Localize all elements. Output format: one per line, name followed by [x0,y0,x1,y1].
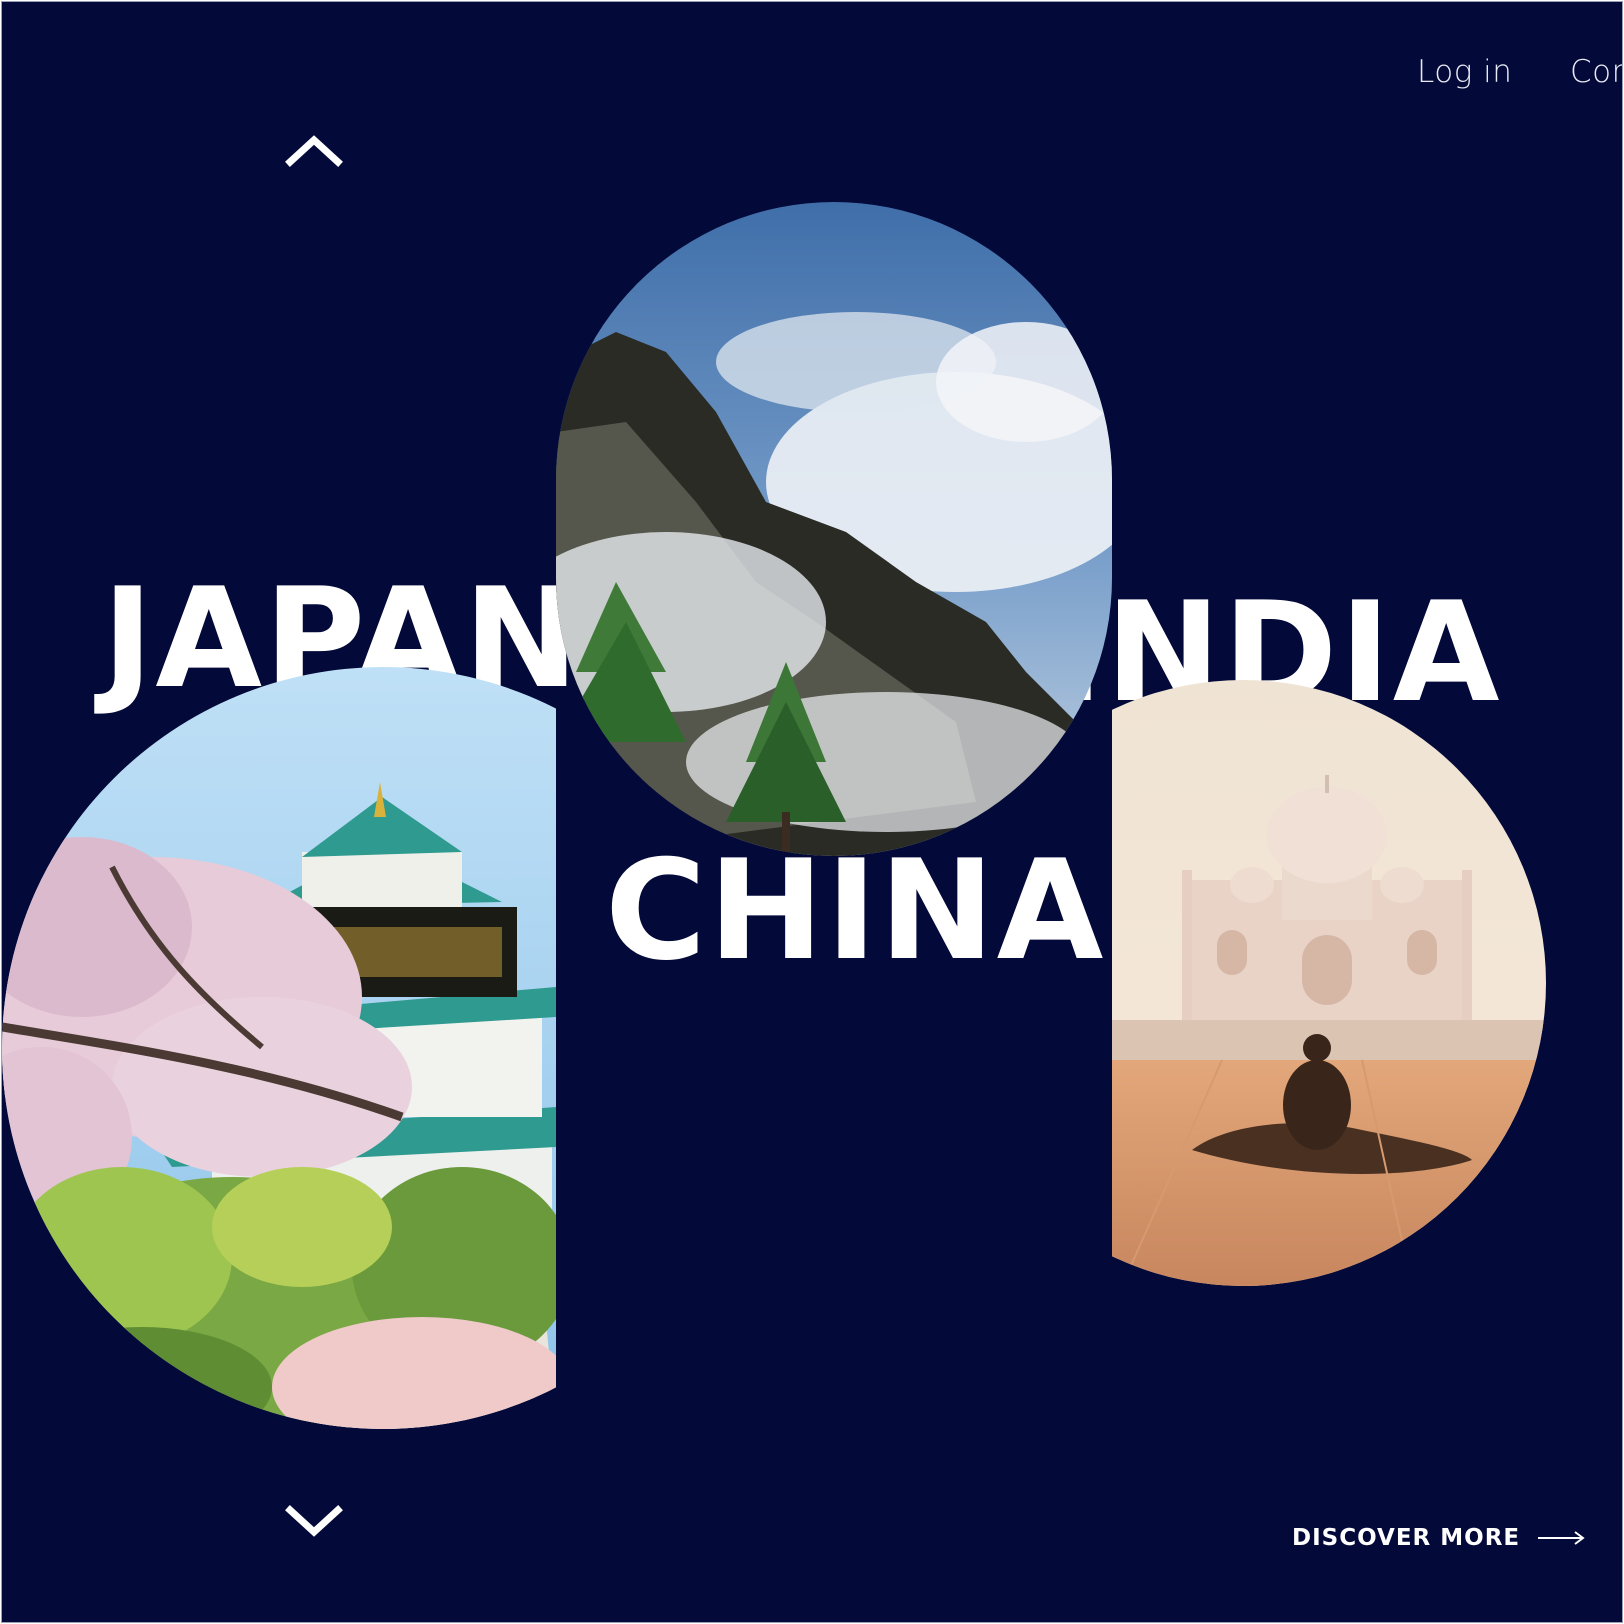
china-photo[interactable] [556,202,1112,856]
contact-link[interactable]: Con [1570,54,1622,90]
chevron-down-icon[interactable] [284,1504,344,1540]
arrow-right-icon [1538,1531,1585,1545]
country-china-label[interactable]: CHINA [605,842,1105,980]
india-photo[interactable] [1112,680,1546,1286]
chevron-up-icon[interactable] [284,132,344,168]
discover-more-label: DISCOVER MORE [1292,1525,1521,1551]
japan-photo[interactable] [2,667,556,1429]
login-link[interactable]: Log in [1417,54,1512,90]
hero-section: Log in Con JAPAN INDIA CHINA DISCOVER MO… [2,2,1622,1622]
discover-more-button[interactable]: DISCOVER MORE [1292,1525,1586,1551]
